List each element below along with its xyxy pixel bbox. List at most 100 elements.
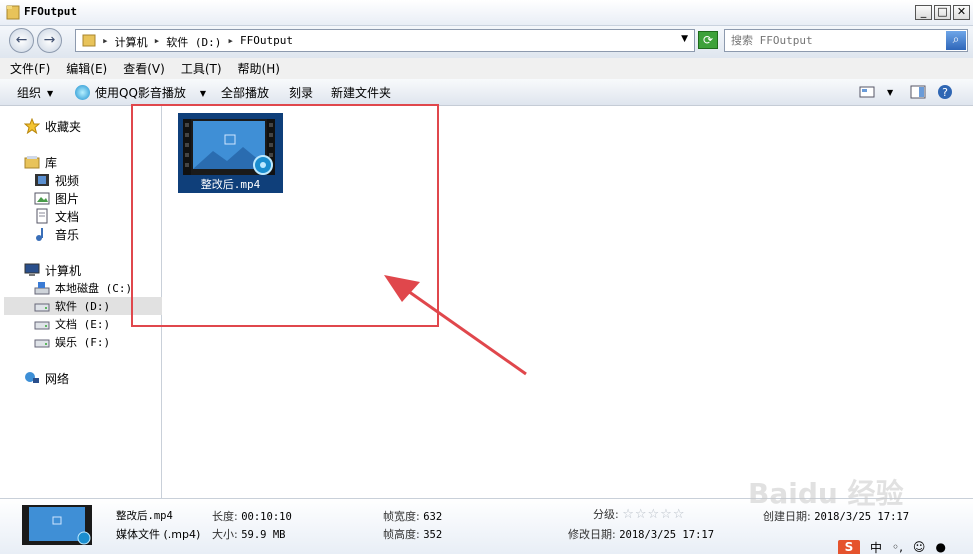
breadcrumb-ffoutput[interactable]: FFOutput [240, 34, 293, 50]
chevron-right-icon[interactable]: ▸ [102, 34, 109, 50]
burn-button[interactable]: 刻录 [289, 84, 313, 101]
chevron-down-icon: ▼ [47, 89, 54, 98]
nav-drive-e[interactable]: 文档 (E:) [34, 315, 110, 333]
video-icon [35, 174, 49, 186]
nav-drive-f-label: 娱乐 (F:) [55, 336, 111, 349]
ime-language[interactable]: 中 [870, 539, 882, 554]
nav-pictures-label: 图片 [55, 191, 80, 206]
nav-library-label: 库 [45, 155, 58, 170]
nav-library-music[interactable]: 音乐 [34, 225, 79, 243]
maximize-button[interactable]: □ [934, 5, 951, 20]
back-button[interactable]: ← [9, 28, 34, 53]
computer-icon [24, 263, 40, 276]
nav-network-label: 网络 [45, 371, 70, 386]
search-icon[interactable]: ⌕ [946, 31, 966, 50]
help-icon[interactable]: ? [937, 84, 953, 100]
nav-favorites[interactable]: 收藏夹 [24, 117, 81, 135]
nav-library[interactable]: 库 [24, 153, 57, 171]
command-bar: 组织 ▼ 使用QQ影音播放 ▼ 全部播放 刻录 新建文件夹 ▼ ? [0, 79, 973, 106]
preview-pane-icon[interactable] [910, 84, 926, 100]
detail-width: 632 [423, 511, 443, 523]
nav-network[interactable]: 网络 [24, 369, 69, 387]
menu-tools[interactable]: 工具(T) [181, 60, 222, 77]
title-bar: FFOutput _ □ ✕ [0, 0, 973, 26]
folder-icon [82, 34, 96, 47]
new-folder-button[interactable]: 新建文件夹 [331, 84, 391, 101]
nav-videos-label: 视频 [55, 173, 80, 188]
star-icon [24, 118, 40, 134]
detail-height-label: 帧高度: [383, 528, 420, 541]
detail-height: 352 [423, 529, 443, 541]
nav-library-documents[interactable]: 文档 [34, 207, 79, 225]
detail-rating-label: 分级: [593, 508, 619, 521]
breadcrumb-drive-d[interactable]: 软件 (D:) [166, 34, 221, 50]
detail-file-name: 整改后.mp4 [116, 510, 173, 522]
play-all-button[interactable]: 全部播放 [221, 84, 269, 101]
rating-stars[interactable]: ☆☆☆☆☆ [622, 507, 685, 522]
nav-favorites-label: 收藏夹 [45, 119, 82, 134]
chevron-down-icon[interactable]: ▼ [887, 88, 893, 97]
chevron-down-icon[interactable]: ▼ [681, 34, 688, 44]
nav-music-label: 音乐 [55, 227, 80, 242]
library-icon [24, 156, 40, 169]
menu-bar: 文件(F) 编辑(E) 查看(V) 工具(T) 帮助(H) [0, 58, 973, 79]
detail-length-label: 长度: [212, 510, 238, 523]
organize-label: 组织 [17, 86, 42, 100]
search-box[interactable]: ⌕ [724, 29, 968, 52]
nav-drive-e-label: 文档 (E:) [55, 318, 111, 331]
organize-button[interactable]: 组织 ▼ [17, 84, 53, 101]
sogou-ime-icon[interactable]: S [838, 540, 860, 554]
menu-edit[interactable]: 编辑(E) [66, 60, 107, 77]
detail-width-label: 帧宽度: [383, 510, 420, 523]
ime-mic-icon[interactable]: ● [935, 540, 945, 554]
chevron-right-icon[interactable]: ▸ [227, 34, 234, 50]
play-with-button[interactable]: 使用QQ影音播放 ▼ [75, 84, 206, 101]
address-bar[interactable]: ▸ 计算机 ▸ 软件 (D:) ▸ FFOutput ▼ [75, 29, 695, 52]
window-title: FFOutput [24, 5, 77, 18]
folder-icon [6, 5, 20, 20]
nav-computer-label: 计算机 [45, 263, 82, 278]
menu-file[interactable]: 文件(F) [10, 60, 50, 77]
chevron-right-icon[interactable]: ▸ [154, 34, 161, 50]
play-with-label: 使用QQ影音播放 [95, 86, 186, 100]
nav-library-pictures[interactable]: 图片 [34, 189, 79, 207]
chevron-down-icon: ▼ [199, 89, 207, 98]
video-file-icon [22, 505, 92, 545]
detail-modified: 2018/3/25 17:17 [619, 529, 715, 541]
detail-created: 2018/3/25 17:17 [814, 511, 910, 523]
menu-view[interactable]: 查看(V) [123, 60, 165, 77]
forward-button[interactable]: → [37, 28, 62, 53]
system-drive-icon [34, 282, 50, 295]
search-input[interactable] [731, 33, 941, 48]
refresh-button[interactable]: ⟳ [698, 31, 718, 49]
drive-icon [34, 321, 50, 330]
menu-help[interactable]: 帮助(H) [238, 60, 280, 77]
nav-drive-c-label: 本地磁盘 (C:) [55, 282, 133, 295]
document-icon [36, 208, 48, 224]
baidu-watermark: Baidu 经验 [748, 477, 904, 510]
drive-icon [34, 339, 50, 348]
ime-punctuation-icon[interactable]: ◦, [892, 540, 903, 554]
nav-documents-label: 文档 [55, 209, 80, 224]
ime-emoji-icon[interactable]: ☺ [913, 540, 926, 554]
address-row: ← → ▸ 计算机 ▸ 软件 (D:) ▸ FFOutput ▼ ⟳ ⌕ [0, 26, 973, 58]
minimize-button[interactable]: _ [915, 5, 932, 20]
close-button[interactable]: ✕ [953, 5, 970, 20]
svg-text:?: ? [942, 86, 948, 99]
breadcrumb-computer[interactable]: 计算机 [115, 34, 148, 50]
detail-size: 59.9 MB [241, 529, 286, 541]
nav-drive-f[interactable]: 娱乐 (F:) [34, 333, 110, 351]
detail-modified-label: 修改日期: [568, 528, 616, 541]
qq-player-icon [75, 85, 90, 100]
nav-library-videos[interactable]: 视频 [34, 171, 79, 189]
nav-drive-d-label: 软件 (D:) [55, 300, 111, 313]
picture-icon [34, 192, 50, 205]
nav-drive-c[interactable]: 本地磁盘 (C:) [34, 279, 132, 297]
nav-computer[interactable]: 计算机 [24, 261, 81, 279]
drive-icon [34, 303, 50, 312]
view-options-icon[interactable] [859, 84, 875, 100]
detail-size-label: 大小: [212, 528, 238, 541]
network-icon [25, 372, 39, 383]
detail-file-type: 媒体文件 (.mp4) [116, 528, 201, 541]
detail-length: 00:10:10 [241, 511, 292, 523]
